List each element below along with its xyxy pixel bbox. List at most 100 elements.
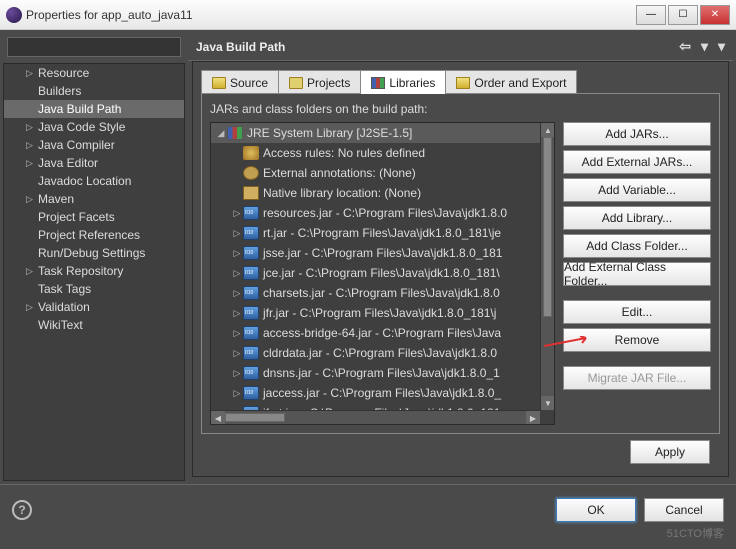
- ok-button[interactable]: OK: [556, 498, 636, 522]
- tree-row[interactable]: ▷jce.jar - C:\Program Files\Java\jdk1.8.…: [211, 263, 540, 283]
- tab-projects[interactable]: Projects: [278, 70, 361, 94]
- sidebar-item-javadoc-location[interactable]: Javadoc Location: [4, 172, 184, 190]
- ann-icon: [243, 166, 259, 180]
- tree-row-label: jce.jar - C:\Program Files\Java\jdk1.8.0…: [263, 266, 500, 280]
- tab-bar: Source Projects Libraries Order and Export: [201, 70, 720, 94]
- tree-row-label: dnsns.jar - C:\Program Files\Java\jdk1.8…: [263, 366, 500, 380]
- jar-tree[interactable]: ◢JRE System Library [J2SE-1.5]Access rul…: [210, 122, 555, 425]
- jars-caption: JARs and class folders on the build path…: [210, 102, 711, 116]
- add-external-class-folder-button[interactable]: Add External Class Folder...: [563, 262, 711, 286]
- maximize-button[interactable]: ☐: [668, 5, 698, 25]
- sidebar-item-project-facets[interactable]: Project Facets: [4, 208, 184, 226]
- tree-row-label: cldrdata.jar - C:\Program Files\Java\jdk…: [263, 346, 497, 360]
- sidebar-item-label: Resource: [38, 66, 89, 80]
- tree-row[interactable]: Access rules: No rules defined: [211, 143, 540, 163]
- window-title: Properties for app_auto_java11: [26, 8, 634, 22]
- sidebar-item-label: Java Code Style: [38, 120, 125, 134]
- tree-row[interactable]: ▷jfxrt.jar - C:\Program Files\Java\jdk1.…: [211, 403, 540, 410]
- vertical-scrollbar[interactable]: ▲ ▼: [540, 123, 554, 410]
- rule-icon: [243, 146, 259, 160]
- tab-source[interactable]: Source: [201, 70, 279, 94]
- tree-row[interactable]: ▷dnsns.jar - C:\Program Files\Java\jdk1.…: [211, 363, 540, 383]
- prj-icon: [289, 77, 303, 89]
- tab-label: Source: [230, 76, 268, 90]
- sidebar-item-project-references[interactable]: Project References: [4, 226, 184, 244]
- tree-row[interactable]: ▷jfr.jar - C:\Program Files\Java\jdk1.8.…: [211, 303, 540, 323]
- tree-row[interactable]: ▷cldrdata.jar - C:\Program Files\Java\jd…: [211, 343, 540, 363]
- tab-label: Projects: [307, 76, 350, 90]
- tab-order-and-export[interactable]: Order and Export: [445, 70, 577, 94]
- jar-icon: [243, 246, 259, 260]
- add-external-jars-button[interactable]: Add External JARs...: [563, 150, 711, 174]
- forward-icon[interactable]: ▾: [701, 38, 708, 55]
- back-icon[interactable]: ⇦: [679, 38, 691, 55]
- sidebar-item-wikitext[interactable]: WikiText: [4, 316, 184, 334]
- lib-icon: [371, 77, 385, 89]
- sidebar-item-java-build-path[interactable]: Java Build Path: [4, 100, 184, 118]
- minimize-button[interactable]: ―: [636, 5, 666, 25]
- tree-row[interactable]: ▷jaccess.jar - C:\Program Files\Java\jdk…: [211, 383, 540, 403]
- close-button[interactable]: ✕: [700, 5, 730, 25]
- tab-label: Order and Export: [474, 76, 566, 90]
- tree-row[interactable]: ▷rt.jar - C:\Program Files\Java\jdk1.8.0…: [211, 223, 540, 243]
- tree-row-label: jaccess.jar - C:\Program Files\Java\jdk1…: [263, 386, 501, 400]
- add-class-folder-button[interactable]: Add Class Folder...: [563, 234, 711, 258]
- add-variable-button[interactable]: Add Variable...: [563, 178, 711, 202]
- sidebar-item-label: Javadoc Location: [38, 174, 131, 188]
- jar-icon: [243, 346, 259, 360]
- sidebar-item-resource[interactable]: ▷Resource: [4, 64, 184, 82]
- add-jars-button[interactable]: Add JARs...: [563, 122, 711, 146]
- sidebar-item-label: Task Repository: [38, 264, 123, 278]
- sidebar-item-task-tags[interactable]: Task Tags: [4, 280, 184, 298]
- tree-row-label: jfr.jar - C:\Program Files\Java\jdk1.8.0…: [263, 306, 496, 320]
- tree-row-label: rt.jar - C:\Program Files\Java\jdk1.8.0_…: [263, 226, 501, 240]
- horizontal-scrollbar[interactable]: ◀ ▶: [211, 410, 540, 424]
- tree-row[interactable]: External annotations: (None): [211, 163, 540, 183]
- tab-libraries[interactable]: Libraries: [360, 70, 446, 94]
- tree-row[interactable]: ▷jsse.jar - C:\Program Files\Java\jdk1.8…: [211, 243, 540, 263]
- jar-icon: [243, 226, 259, 240]
- tree-row[interactable]: ◢JRE System Library [J2SE-1.5]: [211, 123, 540, 143]
- jar-icon: [243, 326, 259, 340]
- page-title: Java Build Path: [196, 40, 679, 54]
- sidebar-item-label: Project References: [38, 228, 140, 242]
- sidebar-item-java-code-style[interactable]: ▷Java Code Style: [4, 118, 184, 136]
- sidebar-item-run-debug-settings[interactable]: Run/Debug Settings: [4, 244, 184, 262]
- apply-button[interactable]: Apply: [630, 440, 710, 464]
- migrate-jar-button: Migrate JAR File...: [563, 366, 711, 390]
- sidebar-item-maven[interactable]: ▷Maven: [4, 190, 184, 208]
- jar-icon: [243, 306, 259, 320]
- sidebar-item-label: Task Tags: [38, 282, 91, 296]
- remove-button[interactable]: Remove: [563, 328, 711, 352]
- tree-row-label: jsse.jar - C:\Program Files\Java\jdk1.8.…: [263, 246, 502, 260]
- tab-label: Libraries: [389, 76, 435, 90]
- jar-icon: [243, 386, 259, 400]
- add-library-button[interactable]: Add Library...: [563, 206, 711, 230]
- edit-button[interactable]: Edit...: [563, 300, 711, 324]
- jre-icon: [227, 126, 243, 140]
- help-icon[interactable]: ?: [12, 500, 32, 520]
- tree-row[interactable]: ▷access-bridge-64.jar - C:\Program Files…: [211, 323, 540, 343]
- tree-row[interactable]: ▷charsets.jar - C:\Program Files\Java\jd…: [211, 283, 540, 303]
- tree-row[interactable]: ▷resources.jar - C:\Program Files\Java\j…: [211, 203, 540, 223]
- sidebar-item-builders[interactable]: Builders: [4, 82, 184, 100]
- sidebar-item-task-repository[interactable]: ▷Task Repository: [4, 262, 184, 280]
- sidebar-item-label: Builders: [38, 84, 81, 98]
- category-tree[interactable]: ▷Resource Builders Java Build Path ▷Java Co…: [3, 63, 185, 481]
- jar-icon: [243, 266, 259, 280]
- sidebar-item-java-compiler[interactable]: ▷Java Compiler: [4, 136, 184, 154]
- sidebar-item-java-editor[interactable]: ▷Java Editor: [4, 154, 184, 172]
- tree-row-label: resources.jar - C:\Program Files\Java\jd…: [263, 206, 507, 220]
- menu-icon[interactable]: ▾: [718, 38, 725, 55]
- filter-input[interactable]: [7, 37, 181, 57]
- sidebar-item-validation[interactable]: ▷Validation: [4, 298, 184, 316]
- sidebar-item-label: Validation: [38, 300, 90, 314]
- jar-icon: [243, 366, 259, 380]
- cancel-button[interactable]: Cancel: [644, 498, 724, 522]
- sidebar-item-label: Run/Debug Settings: [38, 246, 145, 260]
- jar-icon: [243, 206, 259, 220]
- sidebar-item-label: Project Facets: [38, 210, 115, 224]
- sidebar-item-label: Java Build Path: [38, 102, 121, 116]
- tree-row[interactable]: Native library location: (None): [211, 183, 540, 203]
- sidebar-item-label: Java Editor: [38, 156, 98, 170]
